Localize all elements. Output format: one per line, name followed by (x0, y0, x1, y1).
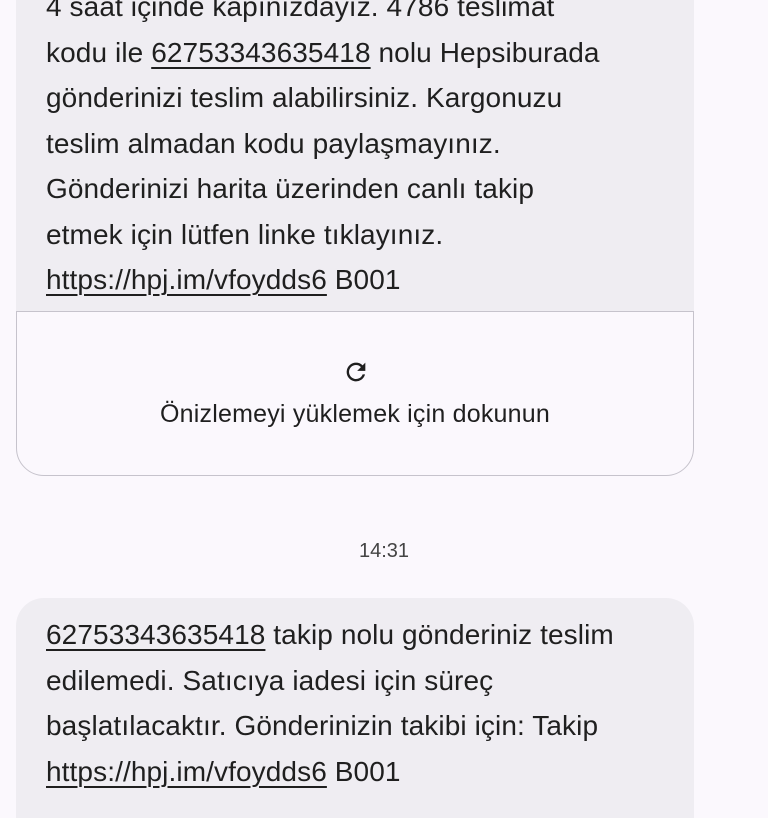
refresh-icon (346, 362, 366, 382)
message-text-segment: kodu ile (46, 36, 152, 68)
message-line: 4 saat içinde kapınızdayız. 4786 teslima… (46, 0, 555, 22)
link-preview-card[interactable]: Önizlemeyi yüklemek için dokunun (16, 311, 694, 476)
message-text-segment: nolu Hepsiburada (370, 36, 600, 68)
preview-label: Önizlemeyi yüklemek için dokunun (160, 400, 550, 428)
message-bubble-2[interactable]: 62753343635418 takip nolu gönderiniz tes… (16, 598, 694, 818)
message-text-2: 62753343635418 takip nolu gönderiniz tes… (46, 612, 674, 794)
message-text-segment: B001 (326, 264, 401, 295)
message-line: kodu ile 62753343635418 nolu Hepsiburada (46, 30, 674, 76)
message-line: Gönderinizi harita üzerinden canlı takip (46, 173, 535, 204)
tracking-number-link[interactable]: 62753343635418 (151, 37, 370, 68)
message-line: https://hpj.im/vfoydds6 B001 (46, 749, 674, 795)
url-link[interactable]: https://hpj.im/vfoydds6 (46, 264, 327, 295)
message-text-segment: takip nolu gönderiniz teslim (265, 619, 614, 650)
message-line: teslim almadan kodu paylaşmayınız. (46, 127, 501, 159)
message-line: etmek için lütfen linke tıklayınız. (46, 218, 444, 250)
message-line: https://hpj.im/vfoydds6 B001 (46, 257, 674, 303)
tracking-number-link[interactable]: 62753343635418 (46, 619, 265, 650)
message-timestamp: 14:31 (358, 540, 410, 562)
message-text-segment: B001 (326, 755, 401, 787)
message-line: gönderinizi teslim alabilirsiniz. Kargon… (46, 82, 563, 113)
message-text-1: 4 saat içinde kapınızdayız. 4786 teslima… (46, 0, 674, 303)
message-line: başlatılacaktır. Gönderinizin takibi içi… (46, 710, 599, 741)
url-link[interactable]: https://hpj.im/vfoydds6 (46, 756, 327, 787)
message-line: edilemedi. Satıcıya iadesi için süreç (46, 664, 494, 696)
message-bubble-1[interactable]: 4 saat içinde kapınızdayız. 4786 teslima… (16, 0, 694, 320)
message-line: 62753343635418 takip nolu gönderiniz tes… (46, 612, 674, 658)
